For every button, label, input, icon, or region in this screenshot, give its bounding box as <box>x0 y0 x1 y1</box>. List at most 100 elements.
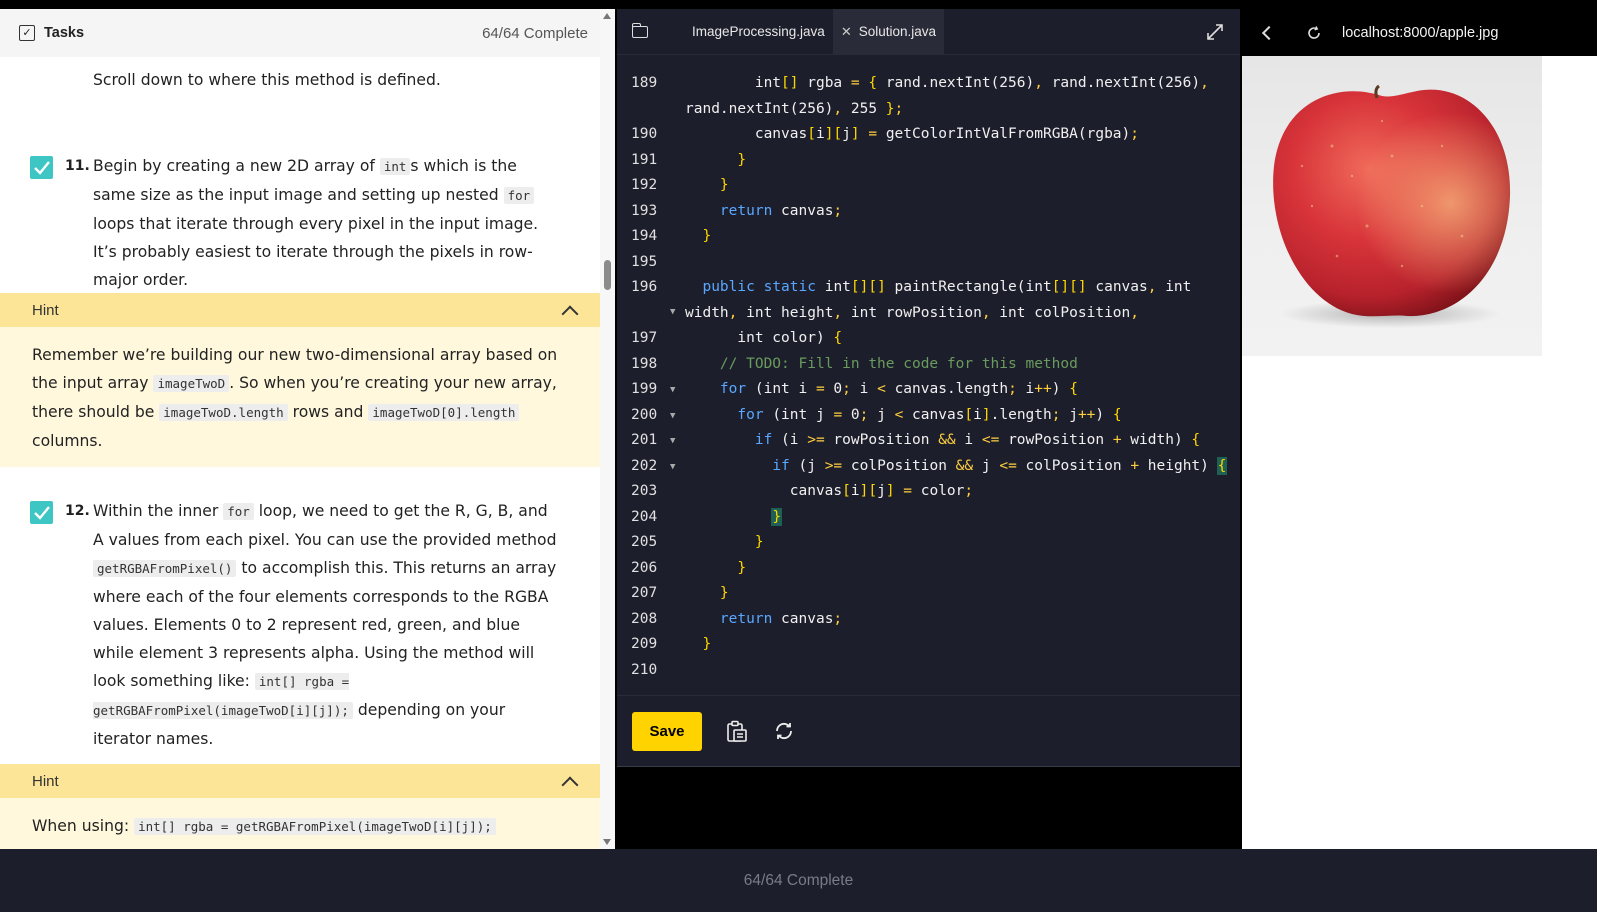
text-run: rows and <box>287 403 369 421</box>
expand-icon[interactable] <box>1205 22 1225 42</box>
bottom-status-bar: 64/64 Complete <box>0 849 1597 912</box>
output-terminal <box>617 767 1240 849</box>
code-line: public static int[][] paintRectangle(int… <box>702 279 1192 295</box>
folder-icon[interactable] <box>631 22 648 38</box>
tab-label: Solution.java <box>858 24 937 39</box>
line-number: 198 <box>631 356 658 372</box>
line-number: 205 <box>631 534 658 550</box>
apple-image <box>1242 56 1542 356</box>
text-run: Within the inner <box>93 502 224 520</box>
refresh-icon[interactable] <box>770 717 798 745</box>
text-run: loops that iterate through every pixel i… <box>93 215 539 289</box>
text-run: columns. <box>32 432 103 450</box>
inline-code: for <box>503 187 535 204</box>
bottom-progress: 64/64 Complete <box>743 871 854 889</box>
intro-line: Scroll down to where this method is defi… <box>93 71 441 89</box>
chevron-up-icon <box>561 776 579 794</box>
line-number: 206 <box>631 560 658 576</box>
line-number: 210 <box>631 662 658 678</box>
tasks-checkbox-icon: ✓ <box>19 25 35 41</box>
scroll-down-arrow-icon[interactable] <box>603 839 611 845</box>
tab-solution[interactable]: ✕ Solution.java <box>832 8 945 55</box>
tasks-scrollbar[interactable] <box>600 9 615 849</box>
line-number: 193 <box>631 203 658 219</box>
hint-label: Hint <box>32 301 59 319</box>
inline-code: for <box>223 503 254 520</box>
fold-arrow-icon[interactable]: ▼ <box>670 385 675 395</box>
editor-tab-bar: ImageProcessing.java ✕ Solution.java <box>617 8 1240 55</box>
step-12-text: Within the inner for loop, we need to ge… <box>93 497 563 753</box>
line-number: 207 <box>631 585 658 601</box>
reload-icon[interactable] <box>1307 25 1321 40</box>
code-line: // TODO: Fill in the code for this metho… <box>719 356 1078 372</box>
inline-code: getRGBAFromPixel() <box>93 560 237 577</box>
code-line: } <box>719 177 729 193</box>
line-number: 195 <box>631 254 658 270</box>
line-number: 199 <box>631 381 658 397</box>
step-12-checkbox[interactable] <box>30 501 53 524</box>
code-line: for (int j = 0; j < canvas[i].length; j+… <box>737 407 1122 423</box>
save-button[interactable]: Save <box>632 711 702 751</box>
code-line: for (int i = 0; i < canvas.length; i++) … <box>719 381 1078 397</box>
hint-toggle-2[interactable]: Hint <box>0 764 600 798</box>
tab-label: ImageProcessing.java <box>692 24 825 39</box>
close-icon[interactable]: ✕ <box>841 24 852 40</box>
step-number: 11. <box>65 158 90 174</box>
line-number: 189 <box>631 75 658 91</box>
step-11-text: Begin by creating a new 2D array of int s… <box>93 152 563 294</box>
hint-1-text: Remember we’re building our new two-dime… <box>0 327 600 467</box>
hint-2-text: When using: int[] rgba = getRGBAFromPixe… <box>0 798 600 849</box>
fold-arrow-icon[interactable]: ▼ <box>670 436 675 446</box>
scroll-up-arrow-icon[interactable] <box>603 13 611 19</box>
line-number: 196 <box>631 279 658 295</box>
inline-code: imageTwoD[0].length <box>368 404 520 421</box>
code-line: canvas[i][j] = getColorIntValFromRGBA(rg… <box>685 126 1139 142</box>
line-number: 209 <box>631 636 658 652</box>
line-number: 203 <box>631 483 658 499</box>
code-line: } <box>771 508 783 526</box>
code-line: } <box>754 534 764 550</box>
inline-code: int <box>379 158 411 175</box>
chevron-up-icon <box>561 305 579 323</box>
code-line: } <box>737 152 747 168</box>
code-area[interactable]: 189 190 191 192 193 194 195 196 197 198 … <box>617 55 1240 695</box>
line-number: 197 <box>631 330 658 346</box>
tasks-progress: 64/64 Complete <box>482 24 588 42</box>
code-line: } <box>719 585 729 601</box>
hint-panel-2: Hint When using: int[] rgba = getRGBAFro… <box>0 764 600 849</box>
back-arrow-icon[interactable] <box>1261 25 1277 40</box>
code-line: width, int height, int rowPosition, int … <box>685 305 1139 321</box>
line-number: 204 <box>631 509 658 525</box>
tasks-panel: ✓ Tasks 64/64 Complete Scroll down to wh… <box>0 9 615 849</box>
line-number: 202 <box>631 458 658 474</box>
address-bar[interactable]: localhost:8000/apple.jpg <box>1342 25 1498 41</box>
clipboard-icon[interactable] <box>722 717 750 745</box>
code-line: rand.nextInt(256), 255 }; <box>685 101 904 117</box>
fold-arrow-icon[interactable]: ▼ <box>670 462 675 472</box>
text-run: When using: <box>32 817 135 835</box>
code-line: } <box>702 228 712 244</box>
code-line: return canvas; <box>719 203 843 219</box>
scrollbar-thumb[interactable] <box>604 260 611 290</box>
hint-panel-1: Hint Remember we’re building our new two… <box>0 293 600 467</box>
inline-code: imageTwoD.length <box>159 404 288 421</box>
code-line: } <box>702 636 712 652</box>
code-line: canvas[i][j] = color; <box>685 483 974 499</box>
fold-arrow-icon[interactable]: ▼ <box>670 411 675 421</box>
fold-arrow-icon[interactable]: ▼ <box>670 307 675 317</box>
line-number: 191 <box>631 152 658 168</box>
browser-preview: localhost:8000/apple.jpg <box>1242 9 1597 849</box>
check-icon <box>34 161 50 175</box>
code-line: if (i >= rowPosition && i <= rowPosition… <box>754 432 1201 448</box>
check-icon <box>34 506 50 520</box>
line-number: 200 <box>631 407 658 423</box>
step-11-checkbox[interactable] <box>30 156 53 179</box>
code-line: int[] rgba = { rand.nextInt(256), rand.n… <box>685 75 1209 91</box>
line-number: 190 <box>631 126 658 142</box>
hint-toggle-1[interactable]: Hint <box>0 293 600 327</box>
tab-imageprocessing[interactable]: ImageProcessing.java <box>684 9 833 55</box>
code-line: int color) { <box>685 330 843 346</box>
editor-action-bar: Save <box>617 695 1240 767</box>
step-number: 12. <box>65 503 90 519</box>
tasks-title: Tasks <box>44 25 85 41</box>
